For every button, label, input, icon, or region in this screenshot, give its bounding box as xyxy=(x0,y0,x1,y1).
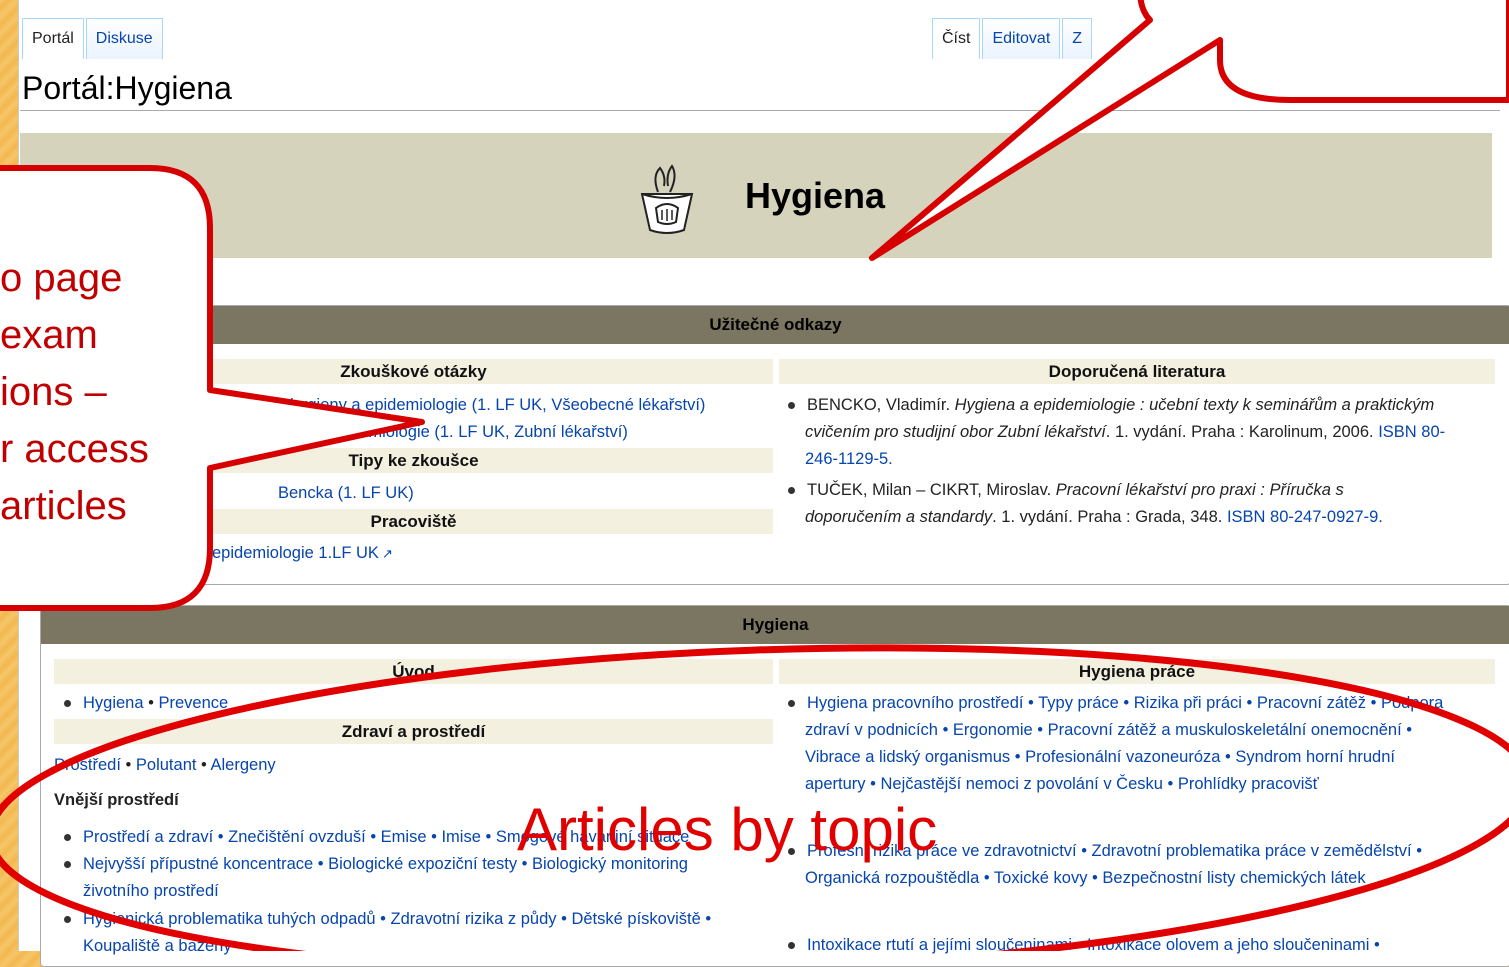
articles-ellipse xyxy=(0,644,1509,951)
articles-by-topic-label: Articles by topic xyxy=(517,796,938,863)
callout-line-5: articles xyxy=(0,484,127,528)
callout-line-3: ions – xyxy=(0,370,107,414)
callout-line-4: r access xyxy=(0,427,149,471)
callout-left-text: o page exam ions – r access articles xyxy=(0,250,149,535)
callout-line-1: o page xyxy=(0,256,123,300)
callout-line-2: exam xyxy=(0,313,98,357)
callout-top-right xyxy=(869,0,1509,261)
